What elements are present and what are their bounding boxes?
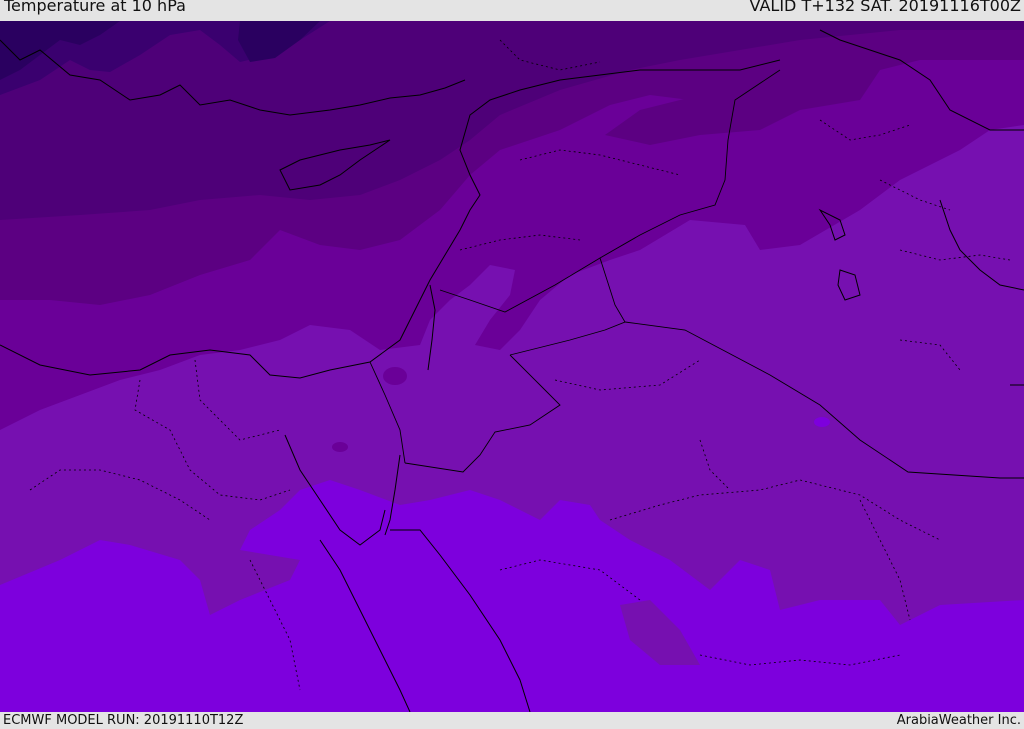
warm-blob-iraq: [814, 417, 830, 427]
map-canvas: [0, 21, 1024, 712]
model-run-label: ECMWF MODEL RUN: 20191110T12Z: [3, 713, 244, 728]
temperature-map[interactable]: [0, 21, 1024, 712]
cold-blob-egypt: [332, 442, 348, 452]
cold-blob-sinai: [383, 367, 407, 385]
map-title: Temperature at 10 hPa: [4, 0, 186, 15]
valid-time: VALID T+132 SAT. 20191116T00Z: [749, 0, 1021, 15]
brand-label: ArabiaWeather Inc.: [896, 713, 1021, 728]
header-bar: Temperature at 10 hPa VALID T+132 SAT. 2…: [0, 0, 1024, 21]
footer-bar: ECMWF MODEL RUN: 20191110T12Z ArabiaWeat…: [0, 712, 1024, 729]
